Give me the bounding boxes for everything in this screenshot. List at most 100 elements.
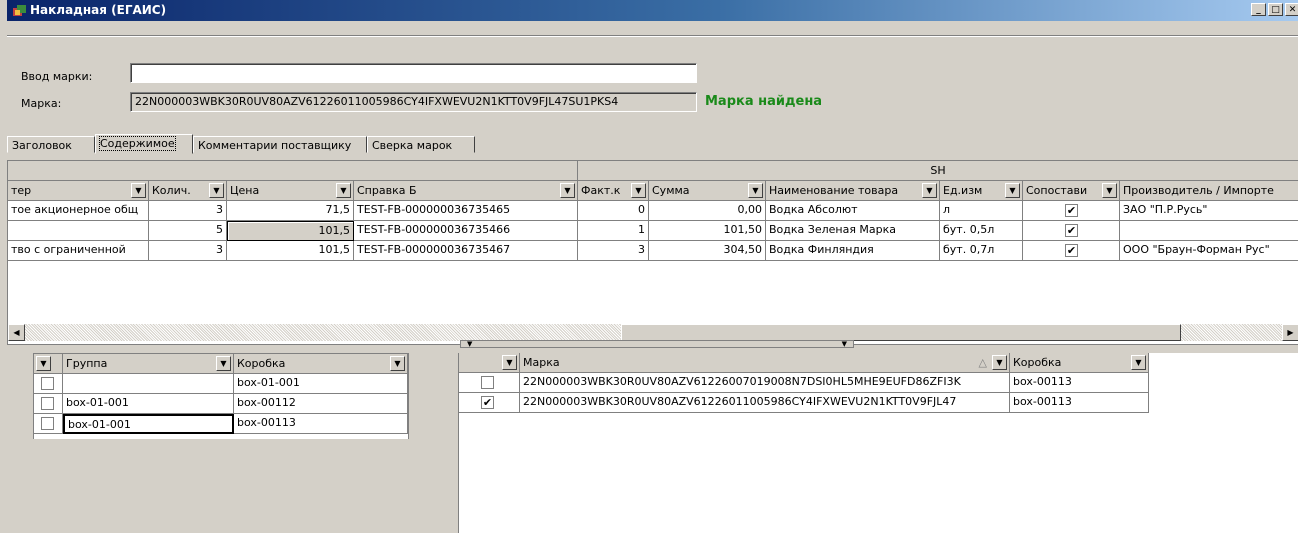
table-cell[interactable]: тое акционерное общ <box>8 201 149 221</box>
table-cell[interactable]: 0,00 <box>649 201 766 221</box>
dropdown-arrow-icon[interactable]: ▼ <box>502 355 517 370</box>
col-mark[interactable]: Марка △ ▼ <box>520 353 1010 373</box>
dropdown-arrow-icon[interactable]: ▼ <box>216 356 231 371</box>
col-producer[interactable]: Производитель / Импорте <box>1120 181 1298 201</box>
row-checkbox[interactable] <box>41 417 54 430</box>
row-checkbox-checked[interactable]: ✔ <box>481 396 494 409</box>
table-cell[interactable]: box-00113 <box>1010 373 1149 393</box>
dropdown-arrow-icon[interactable]: ▼ <box>1102 183 1117 198</box>
table-cell[interactable]: ЗАО "П.Р.Русь" <box>1120 201 1298 221</box>
table-cell[interactable]: 22N000003WBK30R0UV80AZV61226011005986CY4… <box>520 393 1010 413</box>
dropdown-arrow-icon[interactable]: ▼ <box>209 183 224 198</box>
col-matched[interactable]: Сопостави ▼ <box>1023 181 1120 201</box>
table-cell[interactable]: 5 <box>149 221 227 241</box>
table-cell[interactable]: 3 <box>149 201 227 221</box>
dropdown-arrow-icon[interactable]: ▼ <box>36 356 51 371</box>
table-cell-focused[interactable]: box-01-001 <box>63 414 234 434</box>
table-cell[interactable]: box-01-001 <box>234 374 408 394</box>
table-cell[interactable]: 304,50 <box>649 241 766 261</box>
table-cell[interactable]: 3 <box>149 241 227 261</box>
col-producer-short-label: тер <box>11 184 32 197</box>
tab-supplier-comments[interactable]: Комментарии поставщику <box>193 136 367 153</box>
table-cell[interactable]: 101,50 <box>649 221 766 241</box>
table-cell[interactable]: 3 <box>578 241 649 261</box>
table-cell[interactable]: TEST-FB-000000036735465 <box>354 201 578 221</box>
table-cell[interactable] <box>459 373 520 393</box>
table-cell[interactable]: 71,5 <box>227 201 354 221</box>
table-cell[interactable]: Водка Зеленая Марка <box>766 221 940 241</box>
dropdown-arrow-icon[interactable]: ▼ <box>1005 183 1020 198</box>
col-group[interactable]: Группа ▼ <box>63 354 234 374</box>
table-cell[interactable]: ✔ <box>1023 221 1120 241</box>
table-cell[interactable]: ООО "Браун-Форман Рус" <box>1120 241 1298 261</box>
table-cell[interactable]: ✔ <box>1023 201 1120 221</box>
maximize-button[interactable]: □ <box>1268 3 1283 16</box>
table-cell-selected[interactable]: 101,5 <box>227 221 354 241</box>
table-cell[interactable]: Водка Финляндия <box>766 241 940 261</box>
table-cell[interactable] <box>1120 221 1298 241</box>
table-cell[interactable]: тво с ограниченной <box>8 241 149 261</box>
mark-input-field[interactable] <box>130 63 697 83</box>
table-cell[interactable]: 101,5 <box>227 241 354 261</box>
dropdown-arrow-icon[interactable]: ▼ <box>922 183 937 198</box>
matched-checkbox[interactable]: ✔ <box>1065 204 1078 217</box>
table-cell[interactable]: 0 <box>578 201 649 221</box>
table-cell[interactable] <box>8 221 149 241</box>
tab-mark-reconciliation[interactable]: Сверка марок <box>367 136 475 153</box>
table-cell[interactable] <box>63 374 234 394</box>
dropdown-arrow-icon[interactable]: ▼ <box>336 183 351 198</box>
mark-value-field[interactable]: 22N000003WBK30R0UV80AZV61226011005986CY4… <box>130 92 697 112</box>
col-box[interactable]: Коробка ▼ <box>1010 353 1149 373</box>
col-check[interactable]: ▼ <box>34 354 63 374</box>
tab-contents[interactable]: Содержимое <box>95 134 193 154</box>
horizontal-scrollbar[interactable]: ◀ ▶ <box>8 324 1298 341</box>
col-producer-short[interactable]: тер ▼ <box>8 181 149 201</box>
row-checkbox[interactable] <box>481 376 494 389</box>
dropdown-arrow-icon[interactable]: ▼ <box>748 183 763 198</box>
table-cell[interactable]: ✔ <box>459 393 520 413</box>
minimize-button[interactable]: _ <box>1251 3 1266 16</box>
col-sum[interactable]: Сумма ▼ <box>649 181 766 201</box>
col-sum-label: Сумма <box>652 184 690 197</box>
col-quantity[interactable]: Колич. ▼ <box>149 181 227 201</box>
table-cell[interactable]: Водка Абсолют <box>766 201 940 221</box>
tab-header[interactable]: Заголовок <box>7 136 95 153</box>
col-fact[interactable]: Факт.к ▼ <box>578 181 649 201</box>
col-reference-b[interactable]: Справка Б ▼ <box>354 181 578 201</box>
table-cell[interactable]: box-01-001 <box>63 394 234 414</box>
row-checkbox[interactable] <box>41 377 54 390</box>
col-product-name[interactable]: Наименование товара ▼ <box>766 181 940 201</box>
scroll-left-icon[interactable]: ◀ <box>8 324 25 341</box>
matched-checkbox[interactable]: ✔ <box>1065 224 1078 237</box>
scroll-right-icon[interactable]: ▶ <box>1282 324 1298 341</box>
table-cell[interactable]: л <box>940 201 1023 221</box>
table-cell[interactable]: ✔ <box>1023 241 1120 261</box>
row-checkbox[interactable] <box>41 397 54 410</box>
table-cell[interactable] <box>34 414 63 434</box>
matched-checkbox[interactable]: ✔ <box>1065 244 1078 257</box>
col-check[interactable]: ▼ <box>459 353 520 373</box>
dropdown-arrow-icon[interactable]: ▼ <box>131 183 146 198</box>
col-price[interactable]: Цена ▼ <box>227 181 354 201</box>
splitter-handle[interactable]: ▼ ▼ <box>460 340 854 348</box>
dropdown-arrow-icon[interactable]: ▼ <box>631 183 646 198</box>
table-cell[interactable]: 22N000003WBK30R0UV80AZV61226007019008N7D… <box>520 373 1010 393</box>
table-cell[interactable]: box-00113 <box>1010 393 1149 413</box>
table-cell[interactable]: 1 <box>578 221 649 241</box>
dropdown-arrow-icon[interactable]: ▼ <box>560 183 575 198</box>
col-box[interactable]: Коробка ▼ <box>234 354 408 374</box>
close-button[interactable]: ✕ <box>1285 3 1298 16</box>
dropdown-arrow-icon[interactable]: ▼ <box>992 355 1007 370</box>
table-cell[interactable]: бут. 0,7л <box>940 241 1023 261</box>
table-cell[interactable]: TEST-FB-000000036735467 <box>354 241 578 261</box>
table-cell[interactable]: box-00113 <box>234 414 408 434</box>
scrollbar-thumb[interactable] <box>621 324 1181 341</box>
table-cell[interactable] <box>34 394 63 414</box>
dropdown-arrow-icon[interactable]: ▼ <box>1131 355 1146 370</box>
dropdown-arrow-icon[interactable]: ▼ <box>390 356 405 371</box>
table-cell[interactable]: бут. 0,5л <box>940 221 1023 241</box>
table-cell[interactable]: TEST-FB-000000036735466 <box>354 221 578 241</box>
col-unit[interactable]: Ед.изм ▼ <box>940 181 1023 201</box>
table-cell[interactable] <box>34 374 63 394</box>
table-cell[interactable]: box-00112 <box>234 394 408 414</box>
